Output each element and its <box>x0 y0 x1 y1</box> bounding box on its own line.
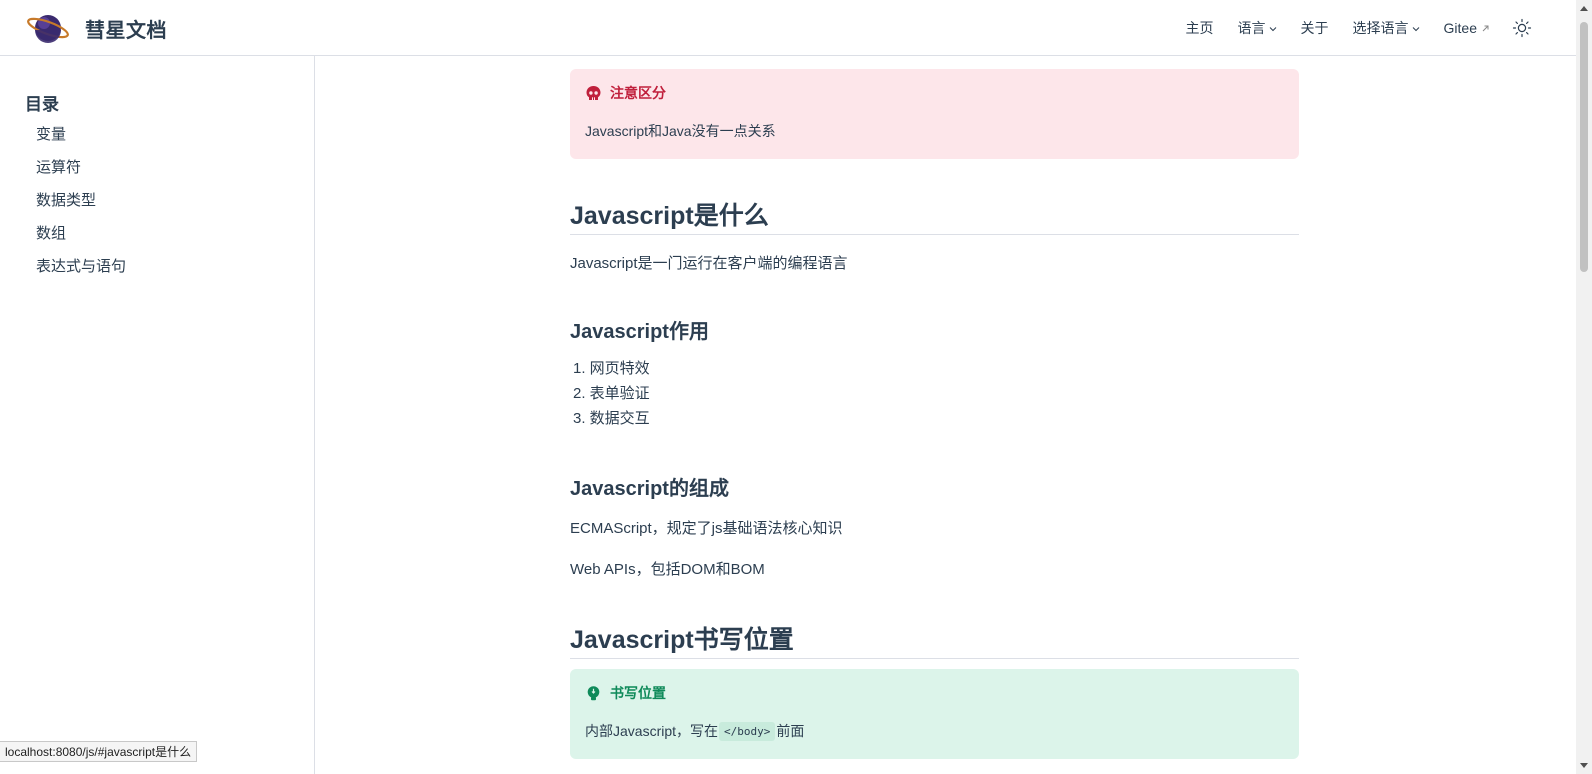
planet-logo-icon <box>27 15 69 43</box>
toc-item-operators[interactable]: 运算符 <box>36 157 126 190</box>
lightbulb-icon <box>587 685 600 700</box>
nav-language-dropdown[interactable]: 语言 <box>1238 18 1277 38</box>
tip-callout-body: 内部Javascript，写在 </body> 前面 <box>585 721 1283 741</box>
danger-callout-body: Javascript和Java没有一点关系 <box>585 123 776 139</box>
tip-body-suffix: 前面 <box>776 723 805 739</box>
nav-about-label: 关于 <box>1300 20 1329 36</box>
danger-callout-title: 注意区分 <box>585 83 1283 103</box>
skull-icon <box>586 85 601 100</box>
heading-javascript-composition[interactable]: Javascript的组成 <box>570 472 729 501</box>
danger-callout: 注意区分 Javascript和Java没有一点关系 <box>570 69 1299 159</box>
chevron-down-icon <box>1269 27 1276 32</box>
sidebar: 目录 变量 运算符 数据类型 数组 表达式与语句 <box>0 56 315 774</box>
toc-item-data-types[interactable]: 数据类型 <box>36 190 126 223</box>
nav-language-label: 语言 <box>1237 20 1266 36</box>
sun-icon[interactable] <box>1512 18 1532 38</box>
toc-title: 目录 <box>25 95 59 114</box>
paragraph-web-apis: Web APIs，包括DOM和BOM <box>570 561 765 578</box>
navbar: 彗星文档 主页 语言 关于 选择语言 Gitee <box>0 0 1576 56</box>
toc-item-variables[interactable]: 变量 <box>36 124 126 157</box>
toc-list: 变量 运算符 数据类型 数组 表达式与语句 <box>36 124 126 289</box>
paragraph-what-is-javascript: Javascript是一门运行在客户端的编程语言 <box>570 255 848 272</box>
inline-code: </body> <box>719 721 776 741</box>
nav-home-link[interactable]: 主页 <box>1186 18 1214 38</box>
nav-home-label: 主页 <box>1185 20 1214 36</box>
nav-about-link[interactable]: 关于 <box>1301 18 1329 38</box>
heading-javascript-usage[interactable]: Javascript作用 <box>570 315 709 344</box>
scroll-down-arrow-icon[interactable] <box>1579 760 1589 770</box>
page-scrollbar[interactable] <box>1576 0 1592 774</box>
tip-callout-title: 书写位置 <box>585 683 1283 703</box>
heading-what-is-javascript[interactable]: Javascript是什么 <box>570 196 1299 235</box>
nav-gitee-label: Gitee <box>1443 20 1477 36</box>
chevron-down-icon <box>1412 27 1419 32</box>
toc-item-arrays[interactable]: 数组 <box>36 223 126 256</box>
danger-callout-heading: 注意区分 <box>610 85 666 101</box>
nav-select-language-dropdown[interactable]: 选择语言 <box>1353 18 1420 38</box>
toc-item-expressions[interactable]: 表达式与语句 <box>36 256 126 289</box>
site-title[interactable]: 彗星文档 <box>85 14 167 43</box>
list-item: 3. 数据交互 <box>573 410 650 427</box>
heading-writing-position[interactable]: Javascript书写位置 <box>570 620 1299 659</box>
nav-gitee-link[interactable]: Gitee <box>1444 20 1490 36</box>
usage-list: 1. 网页特效 2. 表单验证 3. 数据交互 <box>573 358 650 433</box>
nav-links: 主页 语言 关于 选择语言 Gitee <box>1162 0 1532 56</box>
nav-select-language-label: 选择语言 <box>1352 20 1409 36</box>
scrollbar-thumb[interactable] <box>1580 22 1588 272</box>
tip-body-prefix: 内部Javascript，写在 <box>585 723 719 739</box>
brand-link[interactable]: 彗星文档 <box>27 10 167 46</box>
link-status-bar: localhost:8080/js/#javascript是什么 <box>0 741 198 762</box>
external-link-icon <box>1482 25 1489 31</box>
tip-callout-heading: 书写位置 <box>610 685 666 701</box>
scroll-up-arrow-icon[interactable] <box>1579 4 1589 14</box>
list-item: 2. 表单验证 <box>573 385 650 402</box>
list-item: 1. 网页特效 <box>573 360 650 377</box>
tip-callout: 书写位置 内部Javascript，写在 </body> 前面 <box>570 669 1299 759</box>
paragraph-ecmascript: ECMAScript，规定了js基础语法核心知识 <box>570 520 843 537</box>
